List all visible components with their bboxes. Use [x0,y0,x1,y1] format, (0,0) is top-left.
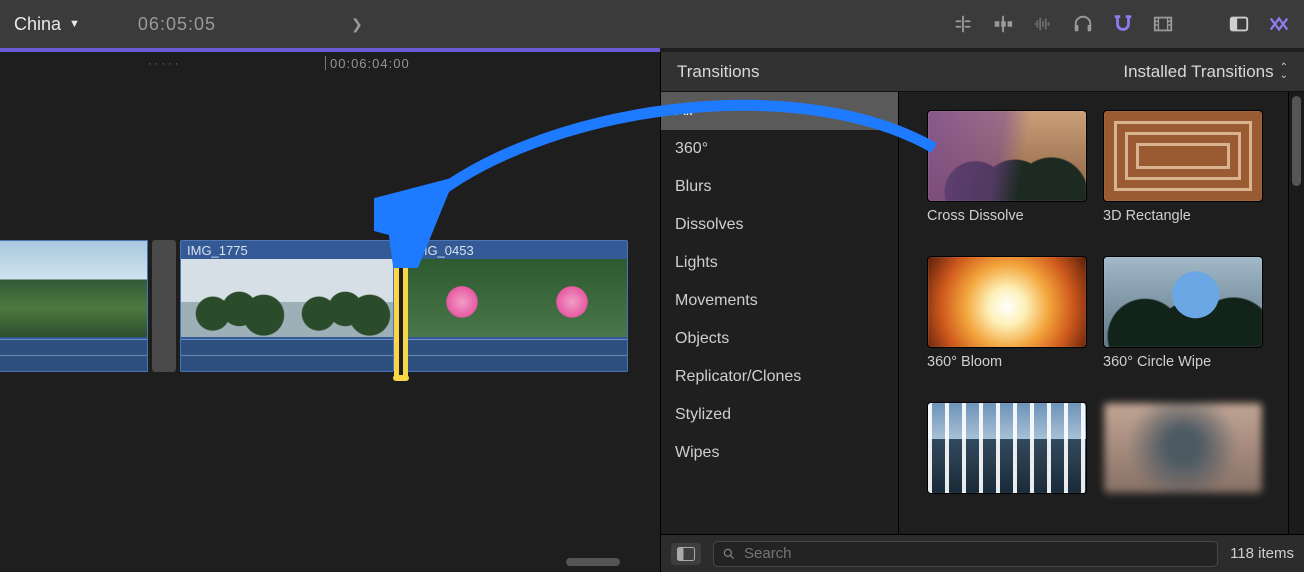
clip-label: IMG_0453 [413,243,474,258]
category-item[interactable]: All [661,92,898,130]
panel-title: Transitions [677,62,760,82]
item-count: 118 items [1230,545,1294,562]
panel-filter-popup[interactable]: Installed Transitions ⌃⌄ [1123,62,1288,82]
transitions-panel: Transitions Installed Transitions ⌃⌄ All… [660,52,1304,572]
transition-thumb[interactable] [1103,110,1263,202]
transition-name: 360° Bloom [927,354,1087,370]
timeline-scrollbar[interactable] [360,558,620,568]
category-item[interactable]: Wipes [661,434,898,472]
transition-thumb[interactable] [927,256,1087,348]
panel-filter-label: Installed Transitions [1123,62,1273,82]
category-item[interactable]: Blurs [661,168,898,206]
transition-thumb[interactable] [927,402,1087,494]
transition-thumb[interactable] [927,110,1087,202]
category-item[interactable]: 360° [661,130,898,168]
filmstrip-icon[interactable] [1152,13,1174,35]
sidebar-toggle-icon[interactable] [1228,13,1250,35]
search-icon [722,547,736,561]
time-ruler[interactable]: ····· 00:06:04:00 [0,52,660,76]
timecode-display[interactable]: 06:05:05 [138,14,216,35]
search-input[interactable] [744,545,1209,562]
clips-row: IMG_1775 IMG_0453 [0,240,630,378]
chevron-down-icon: ▼ [69,18,80,30]
scrollbar-thumb[interactable] [1292,96,1301,186]
skimming-icon[interactable] [952,13,974,35]
transition-name: Cross Dissolve [927,208,1087,224]
transition-name: 3D Rectangle [1103,208,1263,224]
audio-skimming-icon[interactable] [992,13,1014,35]
up-down-icon: ⌃⌄ [1280,64,1288,80]
transitions-grid: Cross Dissolve 3D Rectangle 360° Bloom 360°… [899,92,1288,534]
top-toolbar: China ▼ 06:05:05 ❯ [0,0,1304,48]
category-item[interactable]: Objects [661,320,898,358]
ruler-tick: 00:06:04:00 [325,54,410,72]
timeline-gap[interactable] [152,240,176,372]
view-mode-button[interactable] [671,543,701,565]
category-item[interactable]: Stylized [661,396,898,434]
category-item[interactable]: Dissolves [661,206,898,244]
category-item[interactable]: Lights [661,244,898,282]
project-name: China [14,14,61,35]
timeline-clip[interactable] [0,240,148,372]
clip-label: IMG_1775 [187,243,248,258]
snapping-icon[interactable] [1112,13,1134,35]
transition-item[interactable]: Cross Dissolve [927,110,1087,242]
category-item[interactable]: Replicator/Clones [661,358,898,396]
ruler-dots-icon: ····· [148,58,181,70]
browser-toggle-icon[interactable] [1268,13,1290,35]
transition-thumb[interactable] [1103,256,1263,348]
timeline-clip[interactable]: IMG_1775 [180,240,394,372]
transition-item[interactable]: 360° Bloom [927,256,1087,388]
search-field[interactable] [713,541,1218,567]
transition-thumb[interactable] [1103,402,1263,494]
panel-scrollbar[interactable] [1288,92,1304,534]
timecode-arrow-icon: ❯ [351,16,363,33]
scrollbar-thumb[interactable] [566,558,620,566]
category-item[interactable]: Movements [661,282,898,320]
timeline-area[interactable]: ····· 00:06:04:00 IMG_1775 IMG_0453 [0,52,660,572]
timeline-clip[interactable]: IMG_0453 [406,240,628,372]
headphones-icon[interactable] [1072,13,1094,35]
transition-item[interactable] [1103,402,1263,534]
transition-item[interactable]: 360° Circle Wipe [1103,256,1263,388]
transition-item[interactable] [927,402,1087,534]
waveform-icon[interactable] [1032,13,1054,35]
transition-name: 360° Circle Wipe [1103,354,1263,370]
panel-footer: 118 items [661,534,1304,572]
project-selector[interactable]: China ▼ [14,14,80,35]
transition-item[interactable]: 3D Rectangle [1103,110,1263,242]
category-list: All360°BlursDissolvesLightsMovementsObje… [661,92,899,534]
